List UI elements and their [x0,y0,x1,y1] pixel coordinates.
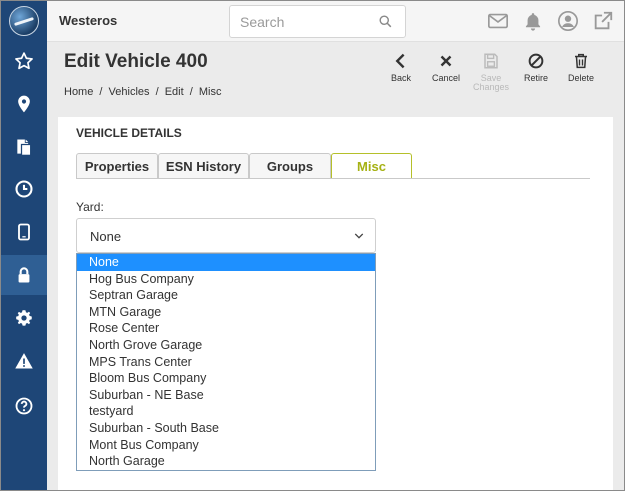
yard-select[interactable]: None [76,218,376,253]
tablet-icon [17,223,30,241]
search-icon[interactable] [378,14,393,29]
lock-icon [18,267,29,283]
page-title: Edit Vehicle 400 [64,51,208,72]
retire-button[interactable]: Retire [514,52,558,83]
documents-icon [16,139,31,156]
nav-security[interactable] [0,255,47,295]
nav-alerts[interactable] [0,341,47,381]
yard-option[interactable]: Mont Bus Company [77,437,375,454]
yard-option[interactable]: Suburban - NE Base [77,387,375,404]
back-label: Back [390,73,411,83]
yard-option[interactable]: testyard [77,403,375,420]
breadcrumb-separator: / [155,86,159,98]
breadcrumb: Home / Vehicles / Edit / Misc [64,86,221,98]
page-header: Edit Vehicle 400 Home / Vehicles / Edit … [47,42,625,110]
search-input[interactable] [230,6,370,37]
yard-option[interactable]: Rose Center [77,320,375,337]
yard-option[interactable]: Septran Garage [77,287,375,304]
vehicle-details-card: VEHICLE DETAILS Properties ESN History G… [58,117,613,491]
breadcrumb-vehicles[interactable]: Vehicles [109,86,150,98]
breadcrumb-separator: / [189,86,193,98]
save-changes-button[interactable]: Save Changes [469,52,513,92]
yard-option[interactable]: North Grove Garage [77,337,375,354]
trash-icon [575,53,587,69]
tab-groups[interactable]: Groups [249,153,331,178]
tab-properties[interactable]: Properties [76,153,158,178]
breadcrumb-home[interactable]: Home [64,86,93,98]
app-logo[interactable] [9,6,39,36]
section-title: VEHICLE DETAILS [76,126,182,140]
nav-documents[interactable] [0,127,47,167]
nav-settings[interactable] [0,298,47,338]
user-icon[interactable] [557,10,579,32]
nav-history[interactable] [0,169,47,209]
yard-option[interactable]: North Garage [77,453,375,470]
chevron-down-icon [354,233,364,239]
nav-devices[interactable] [0,212,47,252]
yard-option[interactable]: Bloom Bus Company [77,370,375,387]
app-name: Westeros [59,13,118,28]
close-icon [440,55,452,67]
tab-misc[interactable]: Misc [331,153,412,178]
tab-divider [76,178,590,179]
yard-dropdown-list: None Hog Bus Company Septran Garage MTN … [76,253,376,471]
breadcrumb-separator: / [99,86,103,98]
cancel-button[interactable]: Cancel [424,52,468,83]
yard-label: Yard: [76,200,104,214]
gear-icon [15,310,32,326]
warning-icon [14,353,33,369]
ban-icon [528,53,544,69]
top-bar: Westeros [47,0,625,42]
yard-option[interactable]: Hog Bus Company [77,271,375,288]
help-icon [15,397,32,415]
nav-favorites[interactable] [0,41,47,81]
breadcrumb-edit[interactable]: Edit [165,86,184,98]
chevron-left-icon [395,53,405,69]
retire-label: Retire [523,73,548,83]
star-icon [14,52,33,70]
nav-locations[interactable] [0,84,47,124]
left-navigation [0,0,47,491]
delete-button[interactable]: Delete [559,52,603,83]
nav-help[interactable] [0,386,47,426]
yard-selected-value: None [90,229,122,244]
map-pin-icon [17,95,30,113]
save-icon [484,53,498,69]
cancel-label: Cancel [431,73,460,83]
clock-icon [14,180,33,198]
yard-option[interactable]: None [77,254,375,271]
tab-esn-history[interactable]: ESN History [158,153,249,178]
delete-label: Delete [567,73,594,83]
yard-option[interactable]: MPS Trans Center [77,354,375,371]
search-box[interactable] [229,5,406,38]
bell-icon[interactable] [523,10,543,32]
back-button[interactable]: Back [379,52,423,83]
yard-option[interactable]: MTN Garage [77,304,375,321]
yard-option[interactable]: Suburban - South Base [77,420,375,437]
mail-icon[interactable] [487,10,509,32]
external-link-icon[interactable] [592,10,614,32]
breadcrumb-misc: Misc [198,86,222,98]
save-changes-label: Save Changes [472,73,510,92]
